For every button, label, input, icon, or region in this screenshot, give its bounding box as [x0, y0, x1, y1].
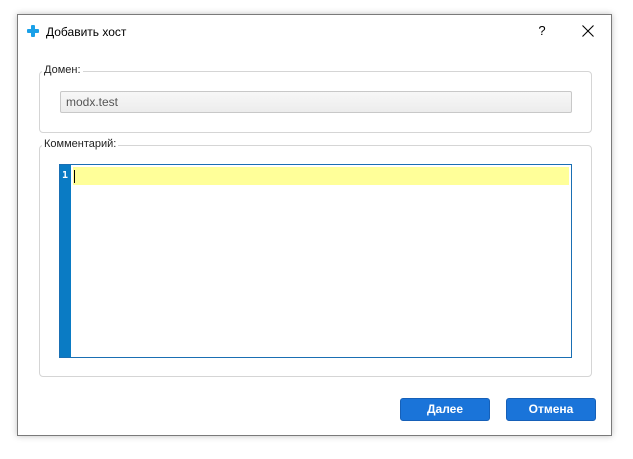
help-button[interactable]: ?	[530, 19, 554, 43]
cancel-button[interactable]: Отмена	[506, 398, 596, 421]
close-button[interactable]	[576, 19, 600, 43]
comment-label: Комментарий:	[42, 138, 119, 150]
plus-icon	[27, 25, 39, 37]
current-line-highlight	[73, 167, 569, 185]
comment-editor[interactable]: 1	[59, 164, 572, 358]
add-host-dialog: Добавить хост ? Домен: modx.test Коммент…	[17, 14, 612, 436]
domain-label: Домен:	[42, 64, 83, 76]
domain-group: Домен: modx.test	[39, 64, 592, 133]
title-bar: Добавить хост ?	[18, 15, 611, 49]
close-icon	[582, 25, 594, 37]
line-number: 1	[62, 170, 69, 181]
next-button[interactable]: Далее	[400, 398, 490, 421]
line-number-gutter: 1	[60, 165, 71, 357]
window-title: Добавить хост	[46, 25, 127, 39]
domain-field[interactable]: modx.test	[60, 91, 572, 113]
comment-group: Комментарий: 1	[39, 138, 592, 377]
text-caret	[74, 170, 75, 183]
